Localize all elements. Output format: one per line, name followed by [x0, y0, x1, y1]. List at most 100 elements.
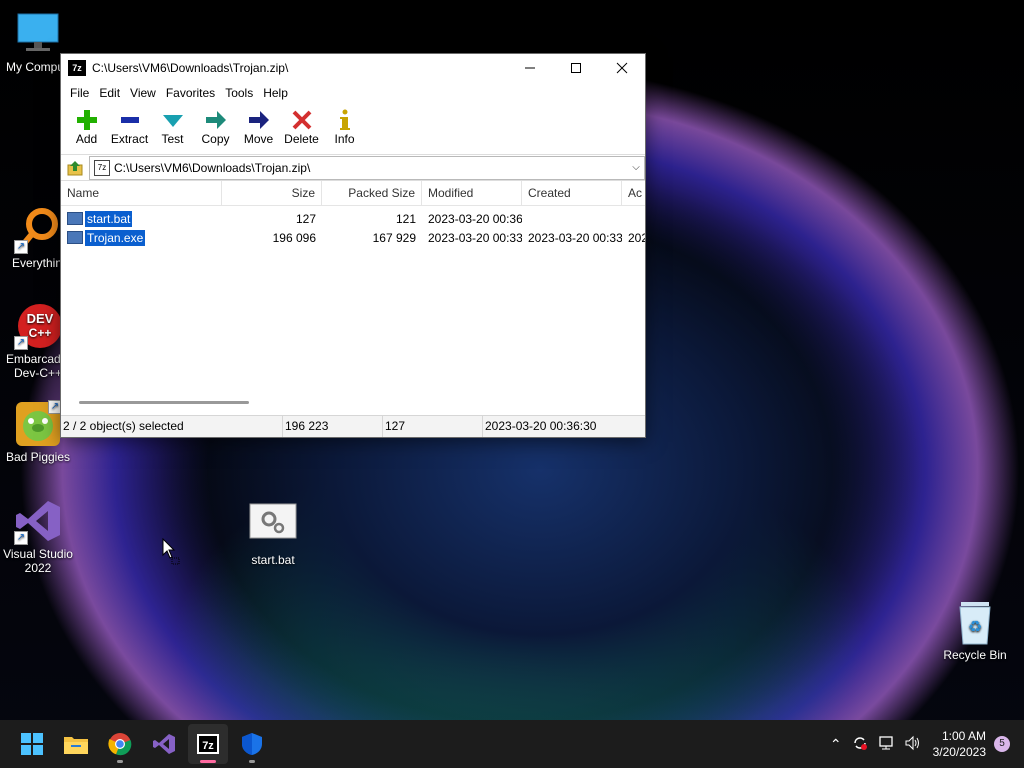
clock[interactable]: 1:00 AM 3/20/2023: [933, 728, 986, 760]
windows-start-icon: [21, 733, 43, 755]
file-list[interactable]: Name Size Packed Size Modified Created A…: [61, 181, 645, 413]
update-icon[interactable]: [852, 735, 868, 754]
maximize-button[interactable]: [553, 54, 599, 82]
close-button[interactable]: [599, 54, 645, 82]
copy-button[interactable]: Copy: [194, 104, 237, 146]
column-header-created[interactable]: Created: [522, 181, 622, 205]
taskbar: 7z ⌃ 1:00 AM 3/20/2023 5: [0, 720, 1024, 768]
column-headers: Name Size Packed Size Modified Created A…: [61, 181, 645, 206]
chrome-icon: [108, 733, 132, 756]
menu-file[interactable]: File: [65, 86, 94, 100]
horizontal-scrollbar[interactable]: [79, 401, 249, 404]
file-size: 196 096: [272, 230, 316, 245]
executable-file-icon: [67, 231, 83, 244]
desktop-icon-label: Bad Piggies: [5, 450, 71, 464]
devcpp-icon: DEV C++ ↗: [14, 302, 62, 350]
window-title: C:\Users\VM6\Downloads\Trojan.zip\: [92, 61, 289, 75]
shortcut-arrow-icon: ↗: [14, 531, 28, 545]
desktop-icon-label: start.bat: [251, 553, 295, 567]
recycle-bin-icon: ♻: [951, 598, 999, 646]
desktop-icon-label: Recycle Bin: [943, 648, 1007, 662]
7zip-app-icon: 7z: [68, 60, 86, 76]
batch-file-icon: [67, 212, 83, 225]
svg-text:7z: 7z: [202, 740, 214, 752]
test-button[interactable]: Test: [151, 104, 194, 146]
7zip-icon: 7z: [197, 734, 219, 754]
extract-button[interactable]: Extract: [108, 104, 151, 146]
taskbar-chrome[interactable]: [100, 724, 140, 764]
visual-studio-icon: [153, 734, 175, 754]
chevron-up-icon[interactable]: ⌃: [830, 736, 842, 753]
table-row[interactable]: Trojan.exe 196 096 167 929 2023-03-20 00…: [61, 228, 645, 247]
column-header-size[interactable]: Size: [222, 181, 322, 205]
7zip-file-manager-window[interactable]: 7z C:\Users\VM6\Downloads\Trojan.zip\ Fi…: [60, 53, 646, 438]
zip-archive-icon: 7z: [94, 159, 110, 176]
menu-bar: File Edit View Favorites Tools Help: [61, 82, 645, 104]
desktop-icon-recycle-bin[interactable]: ♻ Recycle Bin: [933, 598, 1017, 662]
info-button[interactable]: Info: [323, 104, 366, 146]
menu-view[interactable]: View: [125, 86, 161, 100]
status-bar: 2 / 2 object(s) selected 196 223 127 202…: [61, 415, 645, 437]
network-icon[interactable]: [878, 735, 894, 754]
column-header-accessed[interactable]: Ac: [622, 181, 645, 205]
minimize-icon: [525, 67, 535, 69]
minimize-button[interactable]: [507, 54, 553, 82]
add-button[interactable]: Add: [65, 104, 108, 146]
arrow-right-icon: [194, 108, 237, 132]
status-total-size: 196 223: [283, 416, 383, 437]
desktop-icon-label: Visual Studio 2022: [3, 547, 73, 575]
desktop-icon-label: Everything: [12, 256, 64, 270]
x-icon: [280, 108, 323, 132]
menu-edit[interactable]: Edit: [94, 86, 125, 100]
file-name: Trojan.exe: [85, 229, 146, 246]
taskbar-visual-studio[interactable]: [144, 724, 184, 764]
desktop-icon-start-bat[interactable]: start.bat: [231, 503, 315, 567]
mouse-cursor-icon: [162, 537, 182, 569]
column-header-modified[interactable]: Modified: [422, 181, 522, 205]
desktop-icon-visual-studio[interactable]: ↗ Visual Studio 2022: [0, 497, 80, 575]
file-size: 127: [295, 211, 316, 226]
shield-icon: [242, 733, 262, 755]
column-header-name[interactable]: Name: [61, 181, 222, 205]
taskbar-file-explorer[interactable]: [56, 724, 96, 764]
check-icon: [151, 108, 194, 132]
visual-studio-icon: ↗: [14, 497, 62, 545]
delete-button[interactable]: Delete: [280, 104, 323, 146]
minus-icon: [108, 108, 151, 132]
info-icon: [323, 108, 366, 132]
monitor-icon: [14, 10, 62, 58]
status-selection: 2 / 2 object(s) selected: [61, 416, 283, 437]
svg-text:DEV: DEV: [27, 311, 54, 326]
menu-help[interactable]: Help: [258, 86, 293, 100]
active-indicator: [200, 760, 216, 763]
system-tray: ⌃ 1:00 AM 3/20/2023 5: [825, 720, 1024, 768]
menu-favorites[interactable]: Favorites: [161, 86, 220, 100]
folder-icon: [64, 737, 88, 754]
chevron-down-icon[interactable]: ⌵: [628, 162, 644, 173]
start-button[interactable]: [12, 724, 52, 764]
clock-time: 1:00 AM: [941, 729, 986, 743]
svg-text:C++: C++: [29, 326, 52, 340]
column-header-packed-size[interactable]: Packed Size: [322, 181, 422, 205]
arrow-right-icon: [237, 108, 280, 132]
up-folder-icon: [67, 160, 83, 175]
file-accessed: 202: [628, 230, 645, 245]
maximize-icon: [571, 63, 581, 73]
svg-text:♻: ♻: [968, 617, 982, 636]
running-indicator: [249, 760, 255, 763]
toolbar: Add Extract Test Copy Move Delete Info: [61, 104, 645, 155]
close-icon: [616, 62, 628, 74]
up-folder-button[interactable]: [61, 157, 89, 179]
table-row[interactable]: start.bat 127 121 2023-03-20 00:36: [61, 209, 645, 228]
title-bar[interactable]: 7z C:\Users\VM6\Downloads\Trojan.zip\: [61, 54, 645, 82]
address-combobox[interactable]: 7z C:\Users\VM6\Downloads\Trojan.zip\ ⌵: [89, 155, 645, 180]
taskbar-7zip[interactable]: 7z: [188, 724, 228, 764]
volume-icon[interactable]: [904, 735, 922, 754]
notification-badge[interactable]: 5: [994, 736, 1010, 752]
menu-tools[interactable]: Tools: [220, 86, 258, 100]
file-modified: 2023-03-20 00:33: [428, 230, 522, 245]
file-created: 2023-03-20 00:33: [528, 230, 622, 245]
move-button[interactable]: Move: [237, 104, 280, 146]
taskbar-defender[interactable]: [232, 724, 272, 764]
address-bar: 7z C:\Users\VM6\Downloads\Trojan.zip\ ⌵: [61, 155, 645, 181]
